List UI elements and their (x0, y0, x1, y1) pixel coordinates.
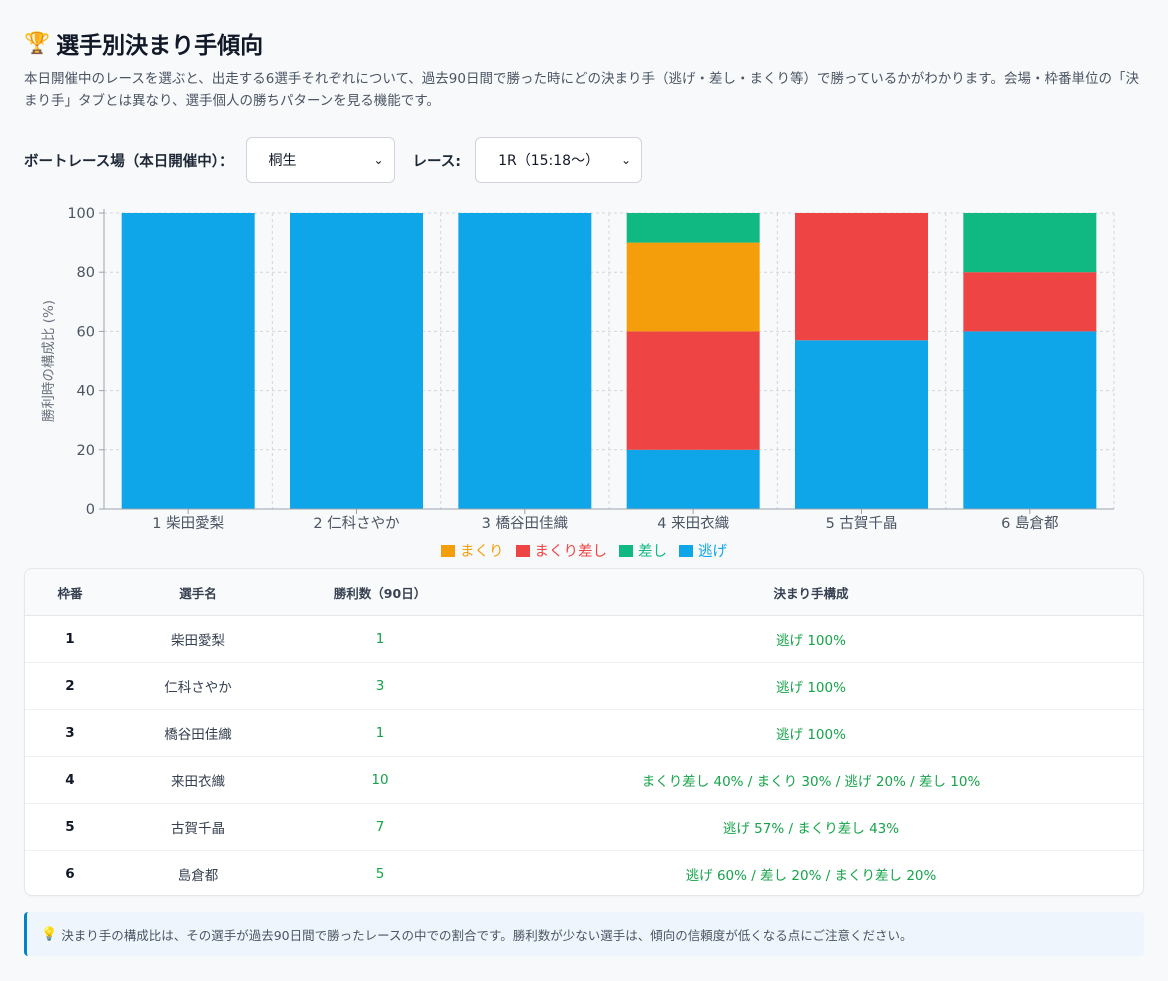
chevron-down-icon: ⌄ (373, 153, 384, 167)
x-tick-label: 2 仁科さやか (313, 515, 399, 532)
trophy-icon: 🏆 (24, 30, 51, 55)
cell-wins: 5 (375, 866, 385, 882)
info-note: 💡 決まり手の構成比は、その選手が過去90日間で勝ったレースの中での割合です。勝… (24, 912, 1144, 956)
venue-label: ボートレース場（本日開催中）： (24, 153, 234, 170)
bar-segment (963, 272, 1097, 332)
race-select-value: 1R（15:18〜） (498, 153, 600, 169)
cell-composition: 逃げ 57% / まくり差し 43% (479, 803, 1143, 851)
bar-segment (626, 242, 760, 332)
cell-frame: 3 (25, 709, 115, 757)
bar-segment (121, 213, 255, 509)
cell-wins: 7 (281, 803, 479, 851)
cell-name: 来田衣織 (115, 756, 281, 804)
bar-segment (795, 340, 928, 509)
cell-name: 仁科さやか (115, 662, 281, 710)
cell-composition: 逃げ 100% (479, 662, 1143, 710)
bar-segment (458, 213, 592, 509)
cell-wins: 3 (281, 662, 479, 710)
bar-segment (626, 213, 760, 243)
x-tick-label: 4 来田衣織 (657, 515, 729, 532)
header-composition: 決まり手構成 (479, 569, 1143, 616)
legend-label: まくり (460, 544, 504, 560)
table-row: 6 島倉都 5 逃げ 60% / 差し 20% / まくり差し 20% (25, 851, 1143, 896)
race-label: レース: (412, 153, 462, 170)
legend-swatch (679, 544, 693, 557)
y-tick-label: 40 (77, 384, 95, 400)
cell-composition: 逃げ 60% / 差し 20% / まくり差し 20% (685, 868, 937, 884)
cell-frame: 2 (25, 662, 115, 710)
x-tick-label: 6 島倉都 (1001, 515, 1058, 532)
cell-frame: 4 (25, 756, 115, 804)
chart-legend: まくり まくり差し 差し 逃げ (0, 540, 1168, 561)
table-row: 1 柴田愛梨 1 逃げ 100% (25, 615, 1143, 663)
bar-segment (626, 331, 760, 450)
cell-wins: 1 (281, 615, 479, 663)
y-axis-label: 勝利時の構成比 (%) (41, 300, 57, 422)
y-tick-label: 60 (77, 324, 95, 340)
legend-item[interactable]: 逃げ (679, 540, 727, 561)
header-name: 選手名 (115, 569, 281, 616)
y-tick-label: 20 (77, 443, 95, 459)
chevron-down-icon: ⌄ (621, 153, 632, 167)
info-note-text: 決まり手の構成比は、その選手が過去90日間で勝ったレースの中での割合です。勝利数… (61, 927, 913, 943)
table-row: 5 古賀千晶 7 逃げ 57% / まくり差し 43% (25, 803, 1143, 851)
bar-segment (795, 213, 928, 341)
cell-composition: 逃げ 100% (479, 615, 1143, 663)
legend-swatch (441, 544, 455, 557)
venue-select-value: 桐生 (268, 153, 297, 169)
legend-swatch (619, 544, 633, 557)
x-tick-label: 1 柴田愛梨 (152, 515, 224, 532)
bar-segment (290, 213, 423, 509)
cell-frame: 5 (25, 803, 115, 851)
cell-name: 島倉都 (177, 868, 219, 884)
cell-name: 古賀千晶 (115, 803, 281, 851)
page-title-text: 選手別決まり手傾向 (56, 33, 264, 59)
cell-wins: 1 (281, 709, 479, 757)
page-title: 🏆 選手別決まり手傾向 (24, 26, 263, 60)
player-kimarite-table: 枠番 選手名 勝利数（90日） 決まり手構成 1 柴田愛梨 1 逃げ 100% … (25, 569, 1143, 896)
bar-segment (963, 331, 1097, 509)
race-select[interactable]: 1R（15:18〜） ⌄ (475, 137, 643, 183)
y-tick-label: 80 (77, 265, 95, 281)
cell-wins: 10 (281, 756, 479, 804)
bar-segment (963, 213, 1097, 273)
cell-name: 橋谷田佳織 (115, 709, 281, 757)
legend-label: 逃げ (698, 544, 727, 560)
venue-select[interactable]: 桐生 ⌄ (245, 137, 395, 183)
x-tick-label: 3 橋谷田佳織 (482, 515, 569, 532)
table-header-row: 枠番 選手名 勝利数（90日） 決まり手構成 (25, 569, 1143, 616)
page-description: 本日開催中のレースを選ぶと、出走する6選手それぞれについて、過去90日間で勝った… (24, 71, 1139, 109)
header-frame: 枠番 (25, 569, 115, 616)
legend-item[interactable]: まくり差し (515, 540, 608, 561)
cell-frame: 1 (25, 615, 115, 663)
table-row: 3 橋谷田佳織 1 逃げ 100% (25, 709, 1143, 757)
lightbulb-icon: 💡 (41, 926, 58, 942)
y-tick-label: 0 (86, 502, 95, 518)
race-selector-bar: ボートレース場（本日開催中）： 桐生 ⌄ レース: 1R（15:18〜） ⌄ (24, 137, 643, 183)
cell-frame: 6 (65, 866, 75, 882)
legend-label: 差し (638, 544, 667, 560)
y-tick-label: 100 (67, 206, 95, 222)
header-wins: 勝利数（90日） (281, 569, 479, 616)
table-row: 2 仁科さやか 3 逃げ 100% (25, 662, 1143, 710)
legend-swatch (515, 544, 530, 557)
legend-item[interactable]: まくり (441, 540, 504, 561)
cell-composition: 逃げ 100% (479, 709, 1143, 757)
cell-name: 柴田愛梨 (115, 615, 281, 663)
legend-label: まくり差し (534, 544, 608, 560)
table-row: 4 来田衣織 10 まくり差し 40% / まくり 30% / 逃げ 20% /… (25, 756, 1143, 804)
kimarite-stacked-bar-chart: 1 柴田愛梨 2 仁科さやか 3 橋谷田佳織 4 来田衣織 5 古賀千晶 6 島倉都 0 20… (41, 206, 1115, 532)
player-kimarite-table-card: 枠番 選手名 勝利数（90日） 決まり手構成 1 柴田愛梨 1 逃げ 100% … (24, 568, 1144, 896)
legend-item[interactable]: 差し (619, 540, 667, 561)
bar-segment (626, 449, 760, 509)
x-tick-label: 5 古賀千晶 (826, 515, 898, 532)
cell-composition: まくり差し 40% / まくり 30% / 逃げ 20% / 差し 10% (479, 756, 1143, 804)
